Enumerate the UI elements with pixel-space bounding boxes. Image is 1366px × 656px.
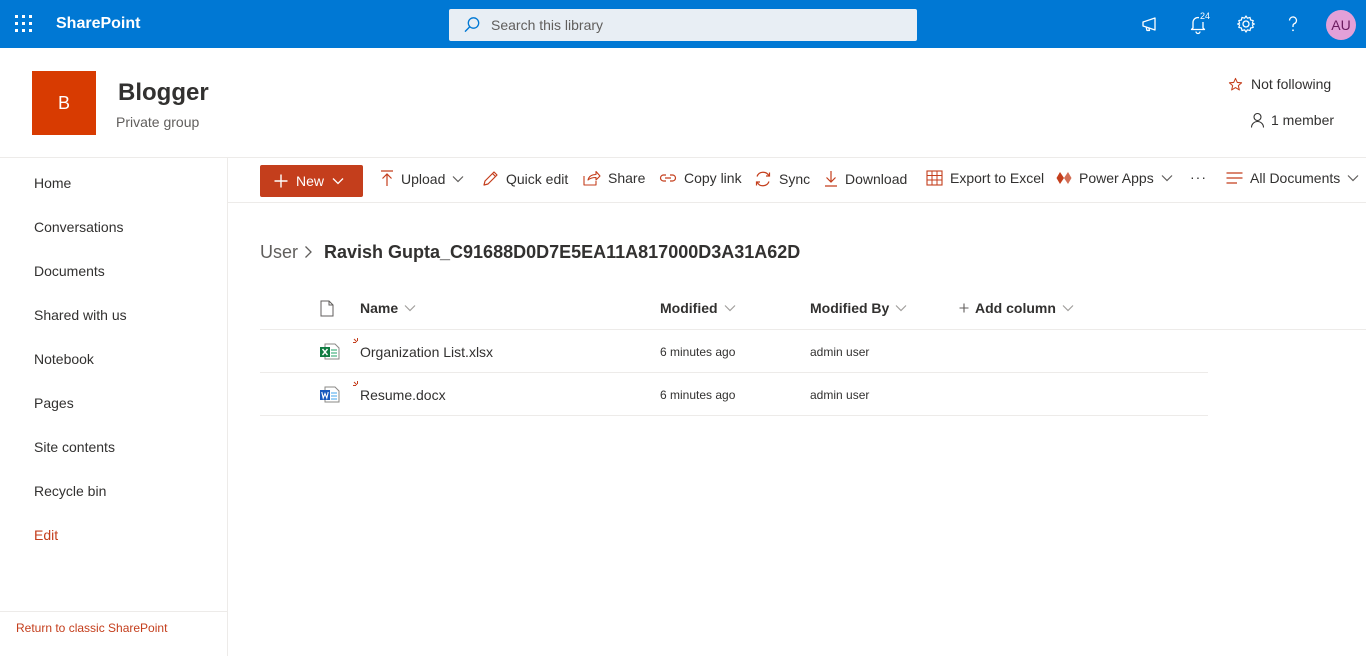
search-box[interactable] [449,9,917,41]
pencil-icon [483,171,498,186]
search-icon [464,17,480,33]
new-label: New [296,173,325,189]
sync-label: Sync [779,171,811,187]
add-column-button[interactable]: Add column [959,300,1074,316]
new-button[interactable]: New [260,165,363,197]
nav-item-home[interactable]: Home [34,175,71,191]
quick-edit-button[interactable]: Quick edit [482,170,568,187]
search-input[interactable] [491,9,891,41]
excel-export-icon [926,170,943,186]
download-button[interactable]: Download [824,170,907,187]
download-label: Download [845,170,908,187]
add-column-label: Add column [975,300,1056,316]
help-icon[interactable] [1281,12,1305,36]
site-title[interactable]: Blogger [118,79,209,107]
chevron-down-icon [404,305,416,312]
left-navigation: Home Conversations Documents Shared with… [0,157,228,656]
more-options-button[interactable]: ··· [1190,169,1207,185]
chevron-down-icon [332,178,344,185]
file-type-icon[interactable] [320,300,334,317]
link-icon [659,174,677,182]
column-name-label: Name [360,300,399,316]
power-apps-button[interactable]: Power Apps [1056,170,1173,186]
site-logo[interactable]: B [32,71,96,135]
table-row[interactable]: Organization List.xlsx 6 minutes ago adm… [260,330,1208,373]
person-icon [1250,112,1265,128]
nav-item-recycle-bin[interactable]: Recycle bin [34,483,106,499]
word-file-icon [320,386,340,403]
column-header-name[interactable]: Name [360,300,416,316]
modified-by-value[interactable]: admin user [810,345,869,359]
site-privacy-label: Private group [116,114,200,130]
star-icon [1228,77,1243,90]
copy-link-label: Copy link [684,170,742,186]
chevron-down-icon [1062,305,1074,312]
sync-button[interactable]: Sync [754,170,810,188]
nav-item-pages[interactable]: Pages [34,395,74,411]
chevron-down-icon [724,305,735,312]
nav-item-documents[interactable]: Documents [34,263,105,279]
modified-value: 6 minutes ago [660,388,736,402]
power-apps-icon [1056,172,1072,184]
chevron-down-icon [1161,175,1173,182]
file-name-link[interactable]: Organization List.xlsx [360,344,493,360]
nav-item-conversations[interactable]: Conversations [34,219,124,235]
share-label: Share [608,170,646,186]
follow-label: Not following [1251,76,1332,92]
plus-icon [959,303,969,313]
view-selector[interactable]: All Documents [1226,170,1359,186]
column-header-modified[interactable]: Modified [660,300,736,316]
gear-icon[interactable] [1234,12,1258,36]
column-modified-by-label: Modified By [810,300,890,316]
power-apps-label: Power Apps [1079,170,1154,186]
breadcrumb-parent[interactable]: User [260,242,298,263]
chevron-down-icon [452,175,464,182]
app-launcher-icon[interactable] [14,14,34,34]
megaphone-icon[interactable] [1138,12,1162,36]
export-to-excel-button[interactable]: Export to Excel [926,170,1044,186]
chevron-right-icon [305,246,312,258]
members-button[interactable]: 1 member [1250,112,1334,128]
share-button[interactable]: Share [583,170,645,186]
modified-by-value[interactable]: admin user [810,388,869,402]
quick-edit-label: Quick edit [506,170,569,187]
copy-link-button[interactable]: Copy link [659,170,742,186]
members-label: 1 member [1271,112,1335,128]
upload-label: Upload [401,170,446,187]
nav-item-shared-with-us[interactable]: Shared with us [34,307,127,323]
list-header: Name Modified Modified By Add column [260,288,1366,330]
return-to-classic-link[interactable]: Return to classic SharePoint [0,611,227,635]
table-row[interactable]: Resume.docx 6 minutes ago admin user [260,373,1208,416]
user-avatar[interactable]: AU [1326,10,1356,40]
list-view-icon [1226,172,1243,184]
upload-icon [381,170,393,186]
export-to-excel-label: Export to Excel [950,170,1045,186]
nav-item-site-contents[interactable]: Site contents [34,439,115,455]
suite-brand[interactable]: SharePoint [56,15,140,33]
download-icon [825,171,837,187]
breadcrumb-current: Ravish Gupta_C91688D0D7E5EA11A817000D3A3… [324,242,801,262]
column-modified-label: Modified [660,300,718,316]
upload-button[interactable]: Upload [380,170,464,187]
nav-item-notebook[interactable]: Notebook [34,351,94,367]
excel-file-icon [320,343,340,360]
share-icon [583,170,601,186]
plus-icon [274,174,288,188]
chevron-down-icon [895,305,907,312]
nav-edit-link[interactable]: Edit [34,527,58,543]
follow-button[interactable]: Not following [1228,76,1331,92]
chevron-down-icon [1347,175,1359,182]
column-header-modified-by[interactable]: Modified By [810,300,907,316]
command-bar: New Upload Quick edit Share Copy link Sy… [228,157,1366,203]
suite-bar: SharePoint 24 AU [0,0,1366,48]
file-name-link[interactable]: Resume.docx [360,387,446,403]
sync-icon [755,171,771,187]
view-selector-label: All Documents [1250,170,1341,186]
modified-value: 6 minutes ago [660,345,736,359]
notification-count-badge: 24 [1199,11,1212,22]
